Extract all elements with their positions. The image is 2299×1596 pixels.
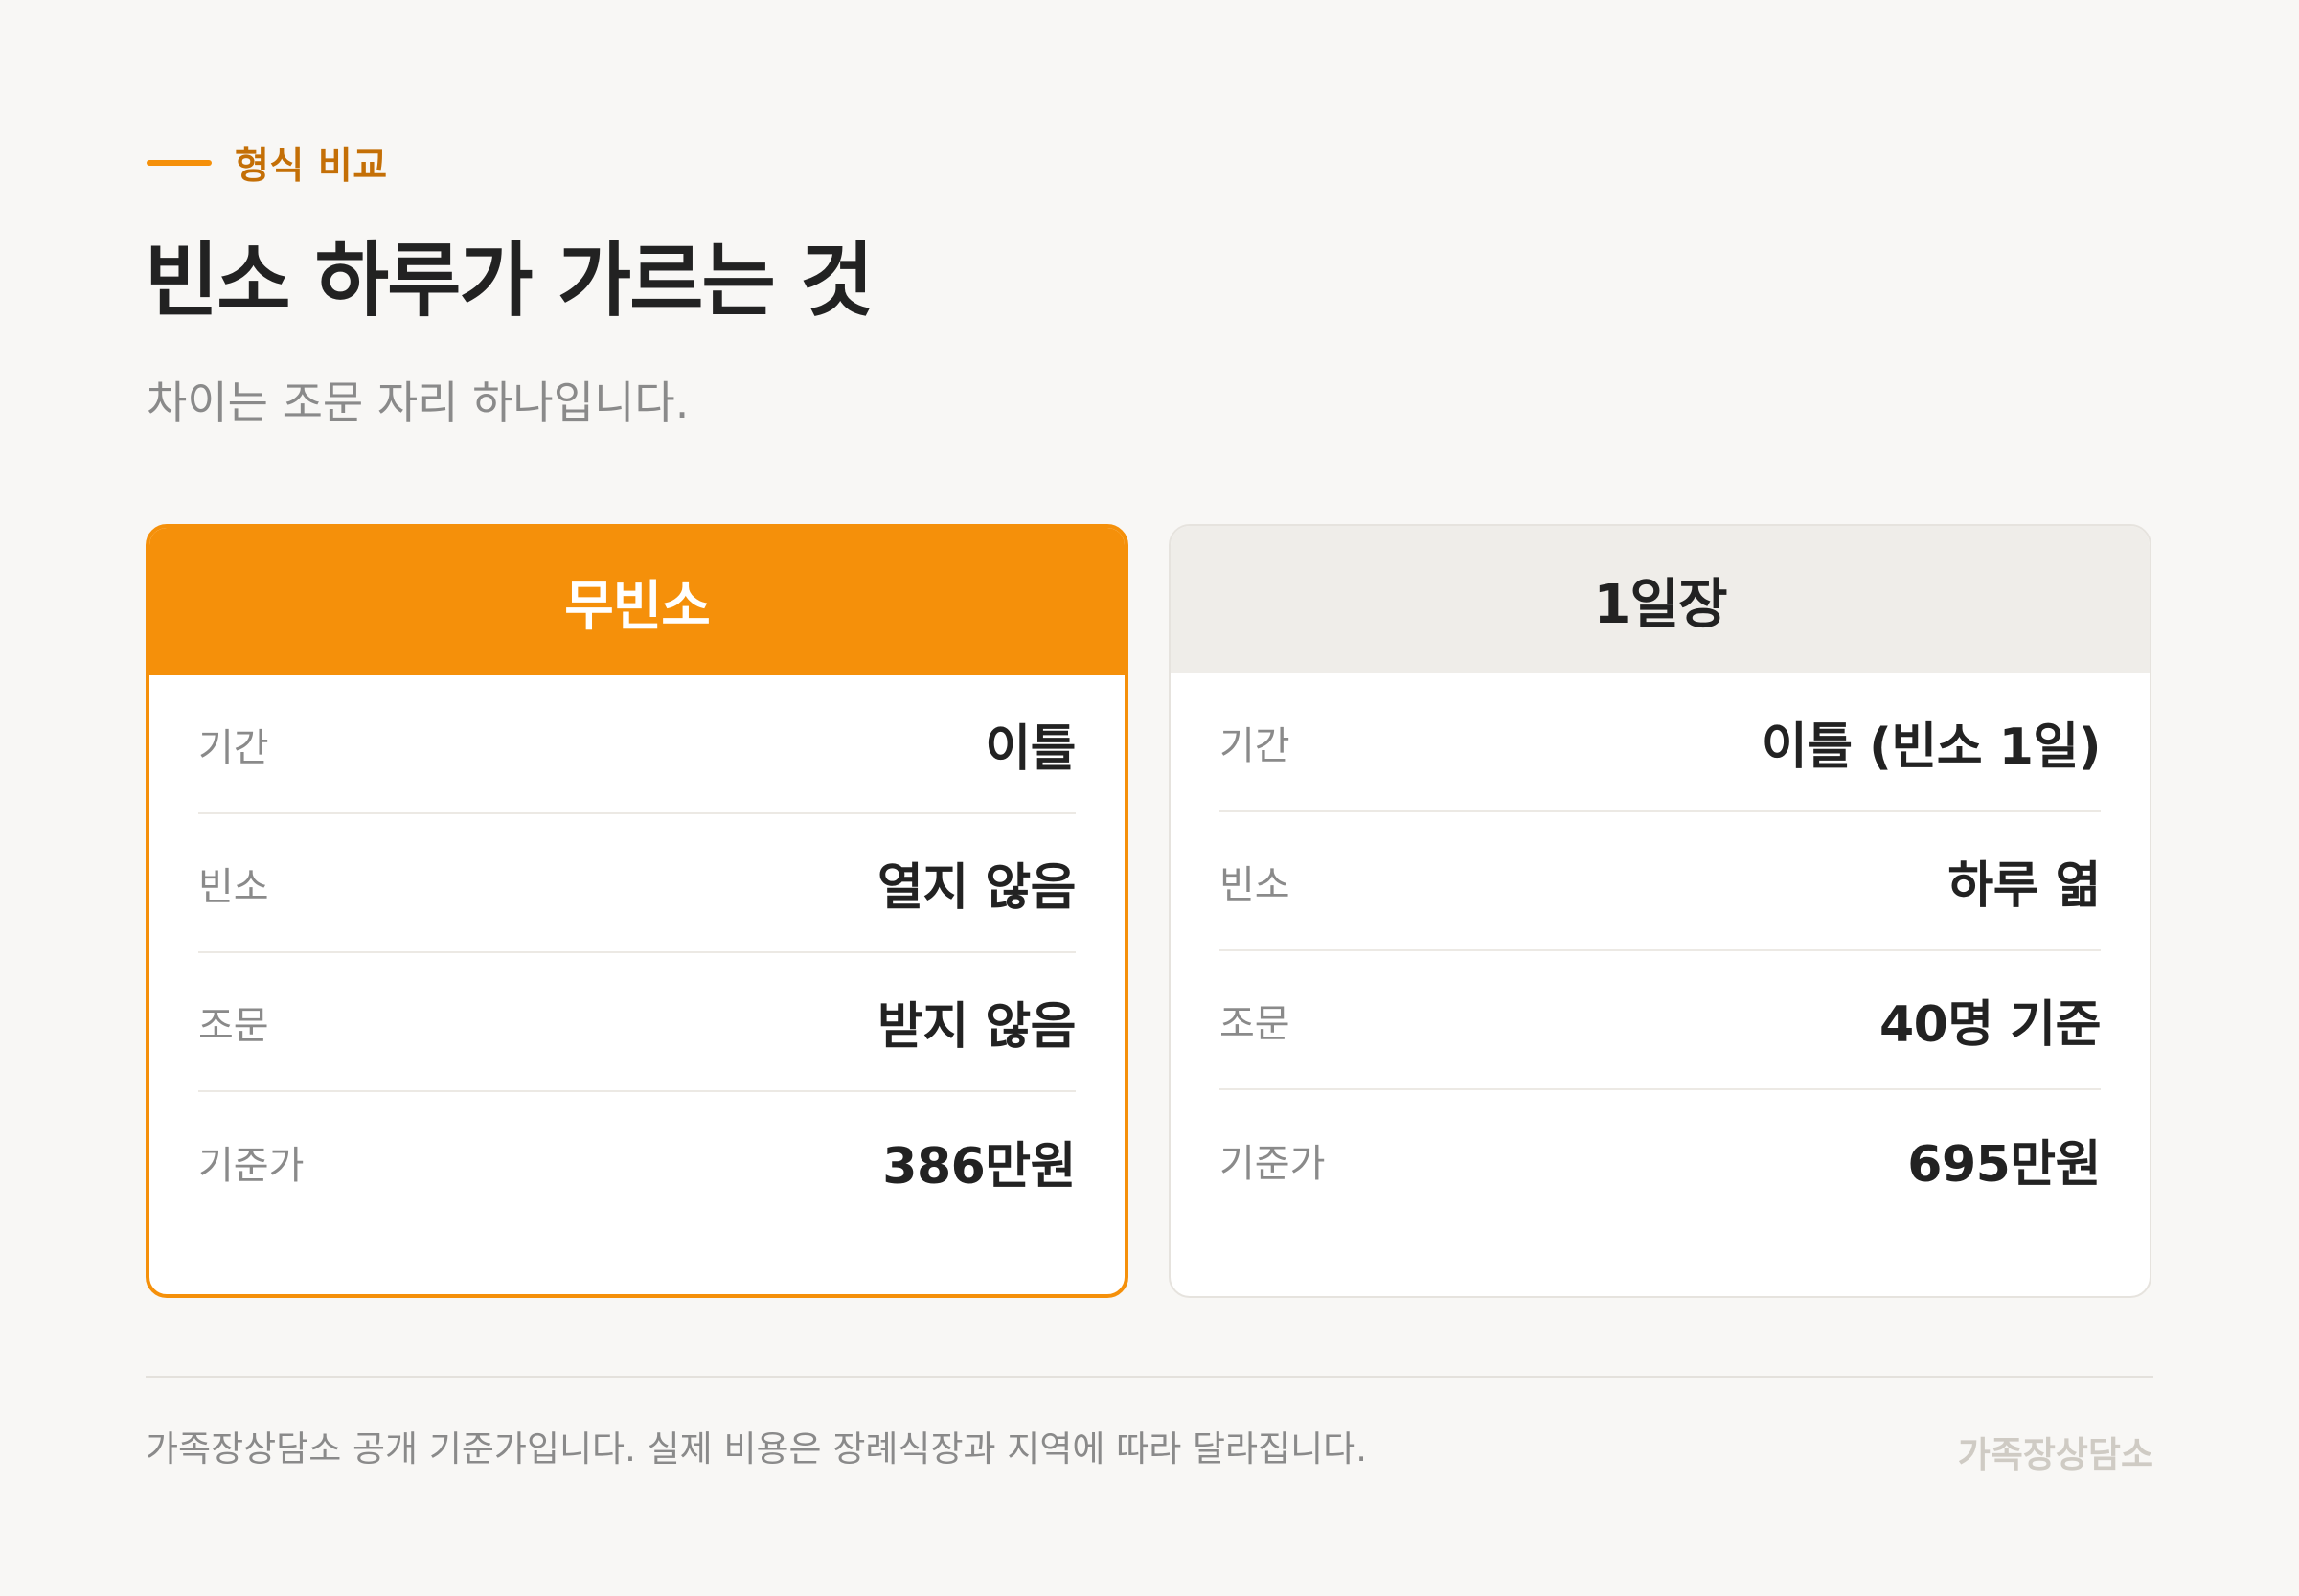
row-label: 기간 [198, 725, 269, 770]
comparison-card-no-binso: 무빈소 기간 이틀 빈소 열지 않음 조문 받지 않음 기준가 386만원 [146, 524, 1128, 1298]
comparison-card-one-day: 1일장 기간 이틀 (빈소 1일) 빈소 하루 엶 조문 40명 기준 기준가 … [1169, 524, 2151, 1298]
row-value: 받지 않음 [877, 998, 1076, 1056]
row-value: 열지 않음 [877, 859, 1076, 917]
card-rows: 기간 이틀 빈소 열지 않음 조문 받지 않음 기준가 386만원 [149, 675, 1125, 1231]
row-value: 386만원 [882, 1138, 1076, 1196]
row-label: 기준가 [1219, 1141, 1326, 1186]
row-label: 기간 [1219, 723, 1290, 768]
eyebrow-accent-line [147, 160, 212, 166]
card-title: 무빈소 [149, 528, 1125, 675]
card-title: 1일장 [1171, 526, 2150, 673]
footer-note: 가족장상담소 공개 기준가입니다. 실제 비용은 장례식장과 지역에 따라 달라… [146, 1428, 1367, 1470]
row-value: 40명 기준 [1879, 996, 2102, 1054]
section-eyebrow: 형식 비교 [147, 139, 388, 188]
row-value: 695만원 [1907, 1136, 2101, 1194]
card-rows: 기간 이틀 (빈소 1일) 빈소 하루 엶 조문 40명 기준 기준가 695만… [1171, 673, 2150, 1229]
footer-divider [146, 1376, 2153, 1378]
row-value: 하루 엶 [1947, 857, 2101, 915]
row-base-price: 기준가 695만원 [1219, 1090, 2101, 1229]
row-label: 조문 [1219, 1001, 1290, 1046]
row-period: 기간 이틀 [198, 675, 1076, 814]
row-value: 이틀 [985, 720, 1076, 778]
row-label: 빈소 [1219, 862, 1290, 907]
eyebrow-label: 형식 비교 [235, 145, 388, 188]
row-label: 기준가 [198, 1143, 305, 1188]
row-label: 빈소 [198, 864, 269, 909]
row-value: 이틀 (빈소 1일) [1761, 718, 2102, 776]
row-condolence: 조문 40명 기준 [1219, 951, 2102, 1090]
row-condolence: 조문 받지 않음 [198, 953, 1076, 1092]
row-binso: 빈소 하루 엶 [1219, 812, 2101, 951]
row-period: 기간 이틀 (빈소 1일) [1219, 673, 2102, 812]
row-label: 조문 [198, 1003, 269, 1048]
footer-brand: 가족장상담소 [1957, 1434, 2153, 1475]
page-subtitle: 차이는 조문 자리 하나입니다. [147, 376, 690, 428]
page-title: 빈소 하루가 가르는 것 [145, 234, 874, 328]
row-binso: 빈소 열지 않음 [198, 814, 1076, 953]
row-base-price: 기준가 386만원 [198, 1092, 1076, 1231]
